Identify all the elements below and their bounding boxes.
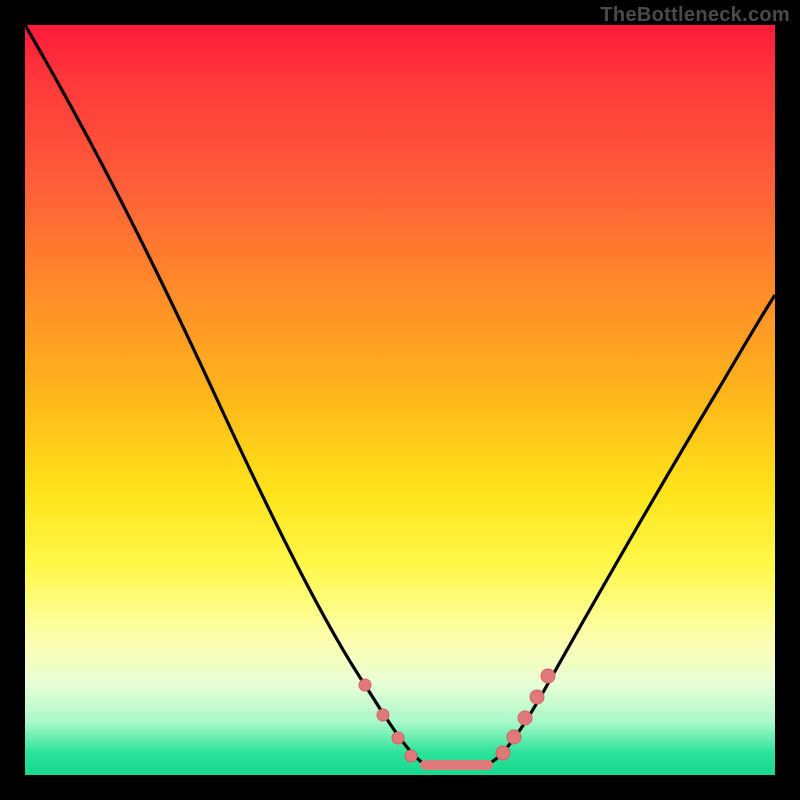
marker-left-2 — [377, 709, 389, 721]
flat-band — [420, 760, 493, 770]
marker-right-4 — [530, 690, 544, 704]
marker-right-5 — [541, 669, 555, 683]
marker-left-3 — [392, 732, 404, 744]
marker-right-1 — [496, 746, 510, 760]
marker-left-4 — [405, 750, 417, 762]
watermark-text: TheBottleneck.com — [600, 4, 790, 27]
marker-right-3 — [518, 711, 532, 725]
bottleneck-curve-path — [25, 25, 775, 763]
bottleneck-curve-svg — [25, 25, 775, 775]
chart-plot-area — [25, 25, 775, 775]
marker-right-2 — [507, 730, 521, 744]
marker-left-1 — [359, 679, 371, 691]
